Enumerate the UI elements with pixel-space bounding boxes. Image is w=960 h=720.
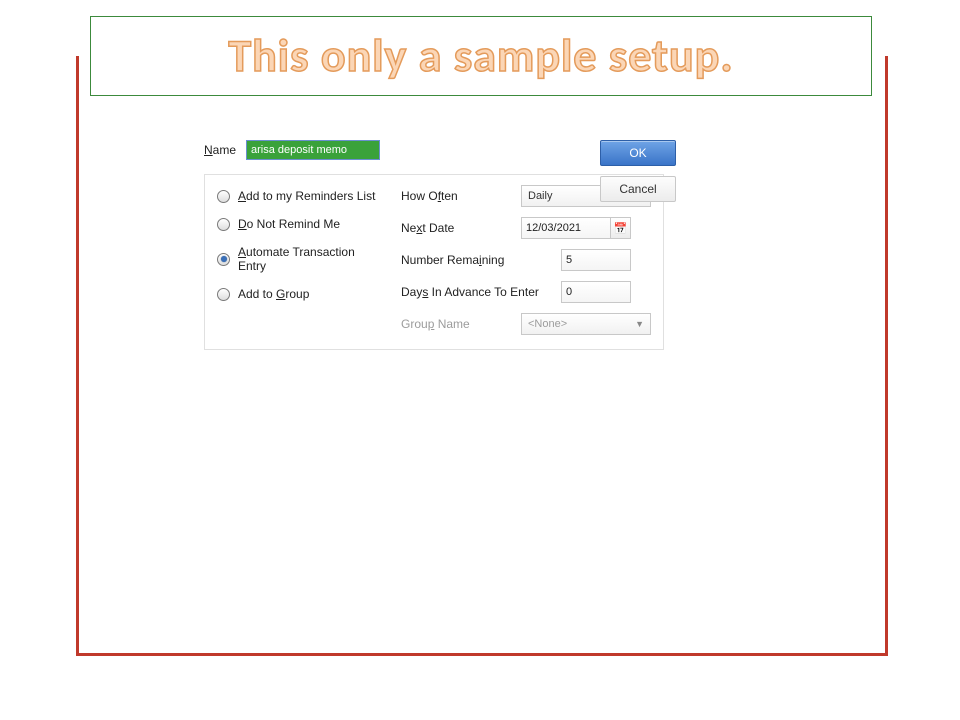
dialog-buttons: OK Cancel bbox=[600, 140, 676, 202]
radio-add-to-group[interactable]: Add to Group bbox=[217, 287, 381, 301]
group-name-value: <None> bbox=[528, 318, 567, 330]
how-often-label: How Often bbox=[401, 189, 521, 203]
chevron-down-icon: ▼ bbox=[635, 319, 644, 329]
annotation-banner-text: This only a sample setup. bbox=[228, 28, 733, 84]
radio-add-to-reminders[interactable]: Add to my Reminders List bbox=[217, 189, 381, 203]
radio-automate-entry[interactable]: Automate Transaction Entry bbox=[217, 245, 381, 273]
number-remaining-label: Number Remaining bbox=[401, 253, 561, 267]
calendar-icon: 📅 bbox=[614, 222, 628, 235]
group-name-label: Group Name bbox=[401, 317, 521, 331]
name-label: Name bbox=[204, 143, 236, 157]
radio-icon bbox=[217, 288, 230, 301]
radio-icon bbox=[217, 253, 230, 266]
next-date-input[interactable]: 12/03/2021 bbox=[521, 217, 611, 239]
days-advance-label: Days In Advance To Enter bbox=[401, 285, 561, 299]
next-date-label: Next Date bbox=[401, 221, 521, 235]
radio-icon bbox=[217, 218, 230, 231]
radio-label: Automate Transaction Entry bbox=[238, 245, 381, 273]
radio-do-not-remind[interactable]: Do Not Remind Me bbox=[217, 217, 381, 231]
name-input[interactable]: arisa deposit memo bbox=[246, 140, 380, 160]
radio-label: Do Not Remind Me bbox=[238, 217, 340, 231]
ok-button[interactable]: OK bbox=[600, 140, 676, 166]
how-often-value: Daily bbox=[528, 190, 552, 202]
radio-label: Add to Group bbox=[238, 287, 309, 301]
calendar-button[interactable]: 📅 bbox=[611, 217, 631, 239]
annotation-banner: This only a sample setup. bbox=[90, 16, 872, 96]
radio-icon bbox=[217, 190, 230, 203]
cancel-button[interactable]: Cancel bbox=[600, 176, 676, 202]
days-advance-input[interactable]: 0 bbox=[561, 281, 631, 303]
options-panel: Add to my Reminders List Do Not Remind M… bbox=[204, 174, 664, 350]
group-name-select: <None> ▼ bbox=[521, 313, 651, 335]
number-remaining-input[interactable]: 5 bbox=[561, 249, 631, 271]
radio-label: Add to my Reminders List bbox=[238, 189, 375, 203]
memorize-transaction-dialog: Name arisa deposit memo Add to my Remind… bbox=[204, 140, 664, 350]
